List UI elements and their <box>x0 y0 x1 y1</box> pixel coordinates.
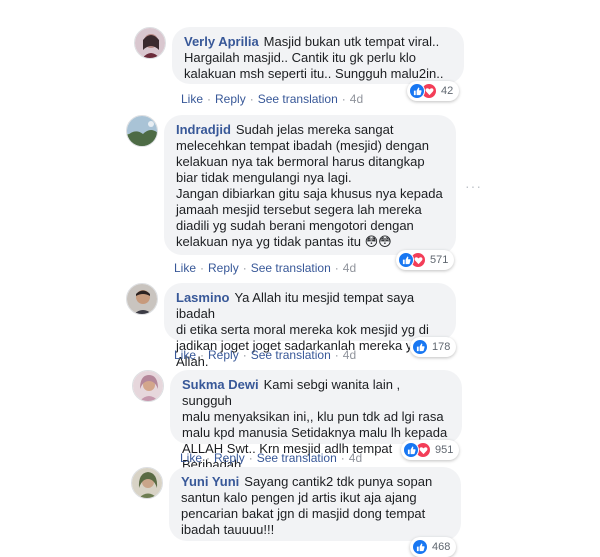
like-reaction-icon <box>412 539 428 555</box>
comment-bubble: Lasmino Ya Allah itu mesjid tempat saya i… <box>164 283 456 369</box>
comment-text: Sudah jelas mereka sangat melecehkan tem… <box>176 122 443 249</box>
avatar[interactable] <box>131 467 163 499</box>
like-button[interactable]: Like <box>174 261 196 275</box>
comment-actions: Like · Reply · See translation · 4d <box>180 451 363 465</box>
comment-bubble: Verly Aprilia Masjid bukan utk tempat vir… <box>172 27 464 84</box>
comment-author[interactable]: Indradjid <box>176 122 231 137</box>
comment-age[interactable]: 4d <box>350 92 363 106</box>
comment-actions: Like · Reply · See translation · 4d <box>174 348 357 362</box>
avatar[interactable] <box>134 27 166 59</box>
reactions-badge[interactable]: 468 <box>410 537 457 557</box>
reply-button[interactable]: Reply <box>208 261 239 275</box>
reply-button[interactable]: Reply <box>214 451 245 465</box>
reply-button[interactable]: Reply <box>208 348 239 362</box>
comment-actions: Like · Reply · See translation · 4d <box>181 92 364 106</box>
like-reaction-icon <box>403 442 419 458</box>
reactions-badge[interactable]: 571 <box>396 250 455 270</box>
comment-age[interactable]: 4d <box>343 261 356 275</box>
avatar[interactable] <box>126 283 158 315</box>
reaction-count: 571 <box>430 254 449 266</box>
like-reaction-icon <box>412 339 428 355</box>
reaction-count: 468 <box>432 541 451 553</box>
reactions-badge[interactable]: 42 <box>407 81 460 101</box>
comment-author[interactable]: Verly Aprilia <box>184 34 259 49</box>
more-options-icon[interactable]: ··· <box>465 178 482 194</box>
reactions-badge[interactable]: 178 <box>410 337 457 357</box>
like-reaction-icon <box>398 252 414 268</box>
reactions-badge[interactable]: 951 <box>401 440 460 460</box>
like-button[interactable]: Like <box>180 451 202 465</box>
reaction-count: 178 <box>432 341 451 353</box>
see-translation-link[interactable]: See translation <box>257 451 337 465</box>
see-translation-link[interactable]: See translation <box>251 261 331 275</box>
like-button[interactable]: Like <box>174 348 196 362</box>
see-translation-link[interactable]: See translation <box>258 92 338 106</box>
comment-bubble: Yuni Yuni Sayang cantik2 tdk punya sopan … <box>169 467 461 541</box>
reaction-count: 42 <box>441 85 454 97</box>
reaction-count: 951 <box>435 444 454 456</box>
comment-author[interactable]: Lasmino <box>176 290 229 305</box>
like-button[interactable]: Like <box>181 92 203 106</box>
comment-age[interactable]: 4d <box>343 348 356 362</box>
reply-button[interactable]: Reply <box>215 92 246 106</box>
comment-actions: Like · Reply · See translation · 4d <box>174 261 357 275</box>
comment-age[interactable]: 4d <box>349 451 362 465</box>
avatar[interactable] <box>132 370 164 402</box>
comment-bubble: Indradjid Sudah jelas mereka sangat melec… <box>164 115 456 255</box>
like-reaction-icon <box>409 83 425 99</box>
comment-bubble: Sukma Dewi Kami sebgi wanita lain , sungg… <box>170 370 462 472</box>
comment-author[interactable]: Sukma Dewi <box>182 377 259 392</box>
comment-author[interactable]: Yuni Yuni <box>181 474 239 489</box>
see-translation-link[interactable]: See translation <box>251 348 331 362</box>
avatar[interactable] <box>126 115 158 147</box>
